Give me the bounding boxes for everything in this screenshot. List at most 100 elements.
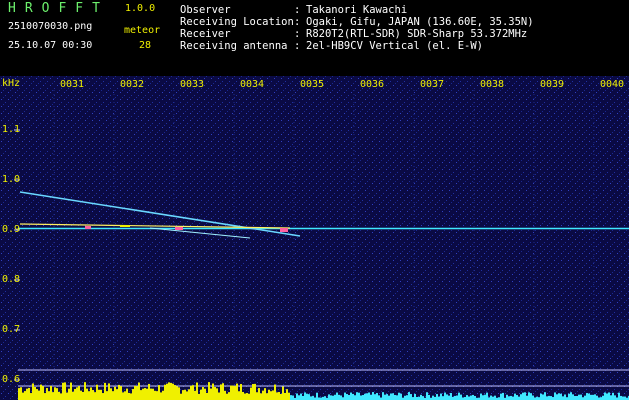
signal-bar [540, 393, 542, 400]
signal-bar [192, 385, 194, 400]
signal-bar [564, 394, 566, 400]
signal-bar [50, 385, 52, 400]
signal-bar [58, 391, 60, 400]
signal-bar [140, 390, 142, 400]
signal-bar [330, 395, 332, 400]
signal-bar [502, 392, 504, 400]
signal-bar [372, 392, 374, 400]
y-tick-label: 1.0 [2, 174, 21, 185]
signal-bar [474, 396, 476, 400]
signal-bar [96, 384, 98, 400]
receiver-value: R820T2(RTL-SDR) SDR-Sharp 53.372MHz [306, 28, 528, 40]
signal-bar [560, 393, 562, 400]
signal-bar [274, 384, 276, 400]
signal-bar [280, 393, 282, 400]
y-tick-label: 0.9 [2, 224, 21, 235]
signal-bar [62, 382, 64, 400]
signal-bar [414, 393, 416, 400]
signal-bar [56, 388, 58, 400]
signal-bar [26, 388, 28, 400]
signal-bar [360, 395, 362, 400]
signal-bar [548, 395, 550, 400]
signal-bar [118, 384, 120, 400]
signal-bar [574, 395, 576, 400]
signal-bar [296, 393, 298, 400]
signal-bar [500, 393, 502, 400]
signal-bar [550, 396, 552, 400]
signal-bar [272, 390, 274, 400]
x-tick-label: 0034 [240, 79, 265, 90]
spectrogram-plot: kHz 1.1 1.0 0.9 0.8 0.7 0.6 0031 0032 0033 0034 0… [0, 76, 629, 400]
capture-datetime: 25.10.07 00:30 [8, 40, 93, 51]
signal-bar [184, 389, 186, 400]
signal-bar [72, 391, 74, 400]
signal-bar [216, 388, 218, 400]
signal-bar [432, 395, 434, 400]
signal-bar [220, 384, 222, 400]
signal-bar [246, 393, 248, 400]
signal-bar [242, 391, 244, 400]
signal-bar [86, 388, 88, 400]
signal-bar [388, 395, 390, 400]
signal-bar [132, 389, 134, 400]
signal-bar [468, 396, 470, 400]
signal-bar [250, 387, 252, 400]
signal-bar [522, 392, 524, 400]
signal-bar [248, 393, 250, 400]
signal-bar [446, 394, 448, 400]
signal-bar [120, 386, 122, 400]
signal-bar [130, 393, 132, 400]
signal-bar [370, 394, 372, 400]
signal-bar [282, 386, 284, 400]
signal-bar [368, 392, 370, 400]
signal-bar [42, 386, 44, 400]
signal-bar [444, 392, 446, 400]
signal-bar [426, 392, 428, 400]
signal-bar [544, 392, 546, 400]
signal-bar [144, 388, 146, 400]
signal-bar [410, 394, 412, 400]
signal-bar [470, 395, 472, 400]
signal-bar [182, 390, 184, 400]
signal-bar [590, 394, 592, 400]
signal-bar [102, 393, 104, 400]
signal-bar [374, 394, 376, 400]
signal-bar [512, 396, 514, 400]
signal-bar [366, 393, 368, 400]
signal-bar [28, 387, 30, 400]
signal-bar [458, 392, 460, 400]
signal-bar [594, 394, 596, 400]
spectrogram-canvas [0, 76, 629, 400]
signal-bar [82, 391, 84, 400]
signal-bar [100, 389, 102, 400]
meteor-count-value: 28 [139, 40, 152, 51]
signal-bar [580, 394, 582, 400]
observer-label: Observer [180, 4, 231, 16]
signal-bar [176, 386, 178, 400]
signal-bar [300, 393, 302, 400]
signal-bar [90, 387, 92, 400]
observer-colon: : [294, 4, 301, 16]
location-label: Receiving Location [180, 16, 294, 28]
signal-bar [208, 382, 210, 400]
signal-bar [194, 390, 196, 400]
signal-bar [400, 393, 402, 400]
signal-bar [20, 387, 22, 400]
signal-bar [76, 387, 78, 400]
x-tick-label: 0036 [360, 79, 385, 90]
signal-bar [106, 391, 108, 400]
signal-bar [288, 392, 290, 400]
signal-bar [428, 394, 430, 400]
signal-bar [484, 394, 486, 400]
signal-bar [180, 393, 182, 400]
signal-bar [490, 395, 492, 400]
x-tick-label: 0040 [600, 79, 625, 90]
signal-bar [386, 394, 388, 400]
signal-bar [494, 395, 496, 400]
signal-bar [138, 382, 140, 400]
signal-bar [352, 393, 354, 400]
y-axis-unit: kHz [2, 78, 21, 89]
signal-bar [524, 392, 526, 400]
signal-bar [408, 392, 410, 400]
signal-bar [104, 382, 106, 400]
